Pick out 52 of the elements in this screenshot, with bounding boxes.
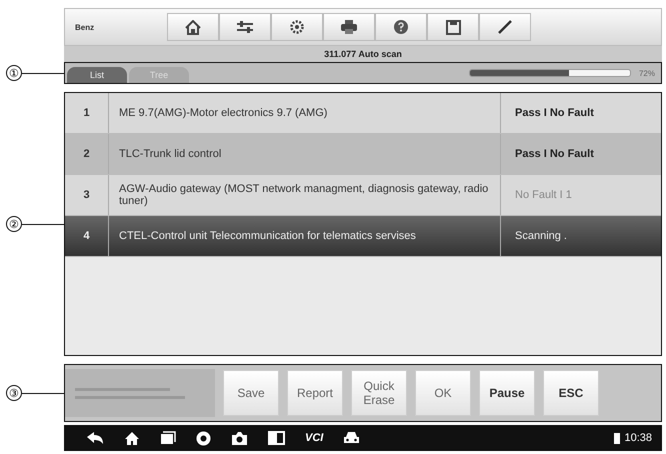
callout-number: ③ — [6, 385, 22, 401]
module-row[interactable]: 1 ME 9.7(AMG)-Motor electronics 9.7 (AMG) Pass I No Fault — [65, 93, 661, 134]
module-status: Scanning . — [514, 230, 568, 242]
progress-reading: 72% — [638, 68, 655, 78]
home-icon[interactable] — [124, 430, 140, 446]
module-status: No Fault I 1 — [514, 189, 573, 201]
home-button[interactable] — [167, 13, 219, 41]
printer-icon[interactable] — [340, 19, 358, 35]
row-number: 4 — [65, 216, 109, 256]
browser-icon[interactable] — [196, 430, 211, 446]
function-button[interactable]: Quick Erase — [351, 370, 407, 416]
callout-number: ② — [6, 216, 22, 232]
screen-title: 311.077 Auto scan — [324, 49, 402, 59]
car-icon[interactable] — [343, 431, 360, 445]
back-icon[interactable] — [86, 431, 104, 445]
row-number: 2 — [65, 134, 109, 174]
function-button[interactable]: OK — [415, 370, 471, 416]
tab[interactable]: List — [67, 67, 127, 83]
module-row[interactable]: 2 TLC-Trunk lid control Pass I No Fault — [65, 134, 661, 175]
vci-label[interactable]: VCI — [305, 432, 324, 444]
camera-icon[interactable] — [231, 430, 248, 446]
recent-apps-icon[interactable] — [160, 431, 176, 445]
function-button[interactable]: Save — [223, 370, 279, 416]
save-button[interactable] — [427, 13, 479, 41]
module-status: Pass I No Fault — [514, 107, 595, 119]
module-row[interactable]: 3 AGW-Audio gateway (MOST network managment, diagnosis gateway, radio tuner) No Fault I 1 — [65, 175, 661, 216]
pen-icon[interactable] — [497, 19, 513, 35]
clock: 10:38 — [624, 432, 652, 444]
edit-button[interactable] — [479, 13, 531, 41]
split-screen-icon[interactable] — [268, 431, 285, 445]
settings-icon[interactable] — [289, 19, 305, 35]
callout-number: ① — [6, 65, 22, 81]
row-number: 1 — [65, 93, 109, 133]
home-icon[interactable] — [185, 20, 201, 34]
sliders-icon[interactable] — [236, 20, 254, 34]
vehicle-label: Benz — [74, 22, 96, 32]
module-name: CTEL-Control unit Telecommunication for telematics servises — [109, 216, 501, 256]
module-row[interactable]: 4 CTEL-Control unit Telecommunication for telematics servises Scanning . — [65, 216, 661, 257]
module-status: Pass I No Fault — [514, 148, 595, 160]
function-button[interactable]: Report — [287, 370, 343, 416]
function-button[interactable]: Pause — [479, 370, 535, 416]
battery-icon — [614, 432, 620, 444]
sliders-button[interactable] — [219, 13, 271, 41]
module-name: TLC-Trunk lid control — [109, 134, 501, 174]
module-name: ME 9.7(AMG)-Motor electronics 9.7 (AMG) — [109, 93, 501, 133]
module-name: AGW-Audio gateway (MOST network managment, diagnosis gateway, radio tuner) — [109, 175, 501, 215]
settings-button[interactable] — [271, 13, 323, 41]
row-number: 3 — [65, 175, 109, 215]
help-button[interactable] — [375, 13, 427, 41]
help-icon[interactable] — [393, 19, 409, 35]
print-button[interactable] — [323, 13, 375, 41]
function-button[interactable]: ESC — [543, 370, 599, 416]
